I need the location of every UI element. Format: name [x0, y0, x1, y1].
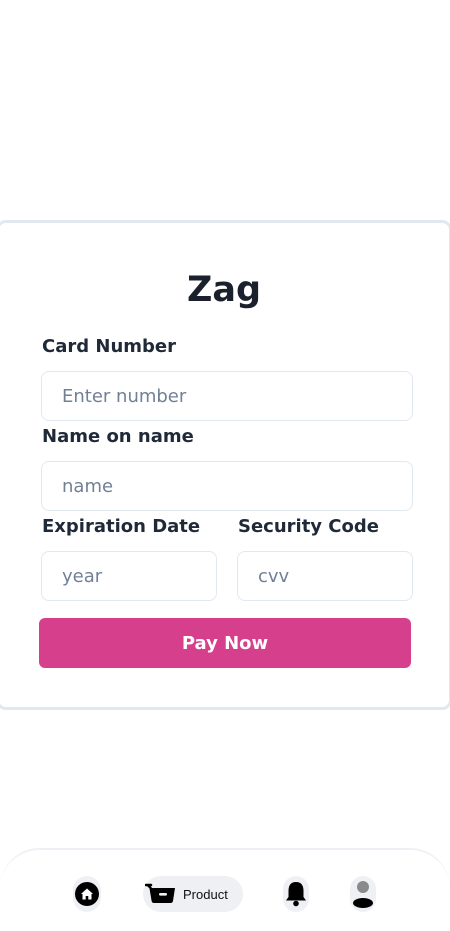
nav-profile[interactable] — [350, 876, 376, 912]
payment-card: Zag Card Number Name on name Expiration … — [0, 220, 450, 710]
expiration-input[interactable] — [41, 551, 217, 601]
name-label: Name on name — [42, 426, 194, 447]
nav-home[interactable] — [73, 876, 101, 912]
nav-product[interactable]: Product — [143, 876, 243, 912]
pay-now-button[interactable]: Pay Now — [39, 618, 411, 668]
expiration-label: Expiration Date — [42, 516, 201, 537]
brand-title: Zag — [186, 270, 262, 310]
card-number-input[interactable] — [41, 371, 413, 421]
security-code-label: Security Code — [238, 516, 379, 537]
bell-icon — [284, 880, 308, 908]
home-icon — [74, 881, 100, 907]
nav-product-label: Product — [183, 886, 228, 902]
card-number-label: Card Number — [42, 336, 176, 357]
bottom-nav: Product — [0, 848, 450, 931]
user-icon — [351, 879, 375, 909]
nav-notifications[interactable] — [283, 876, 309, 912]
name-input[interactable] — [41, 461, 413, 511]
security-code-input[interactable] — [237, 551, 413, 601]
cart-icon — [145, 881, 177, 907]
